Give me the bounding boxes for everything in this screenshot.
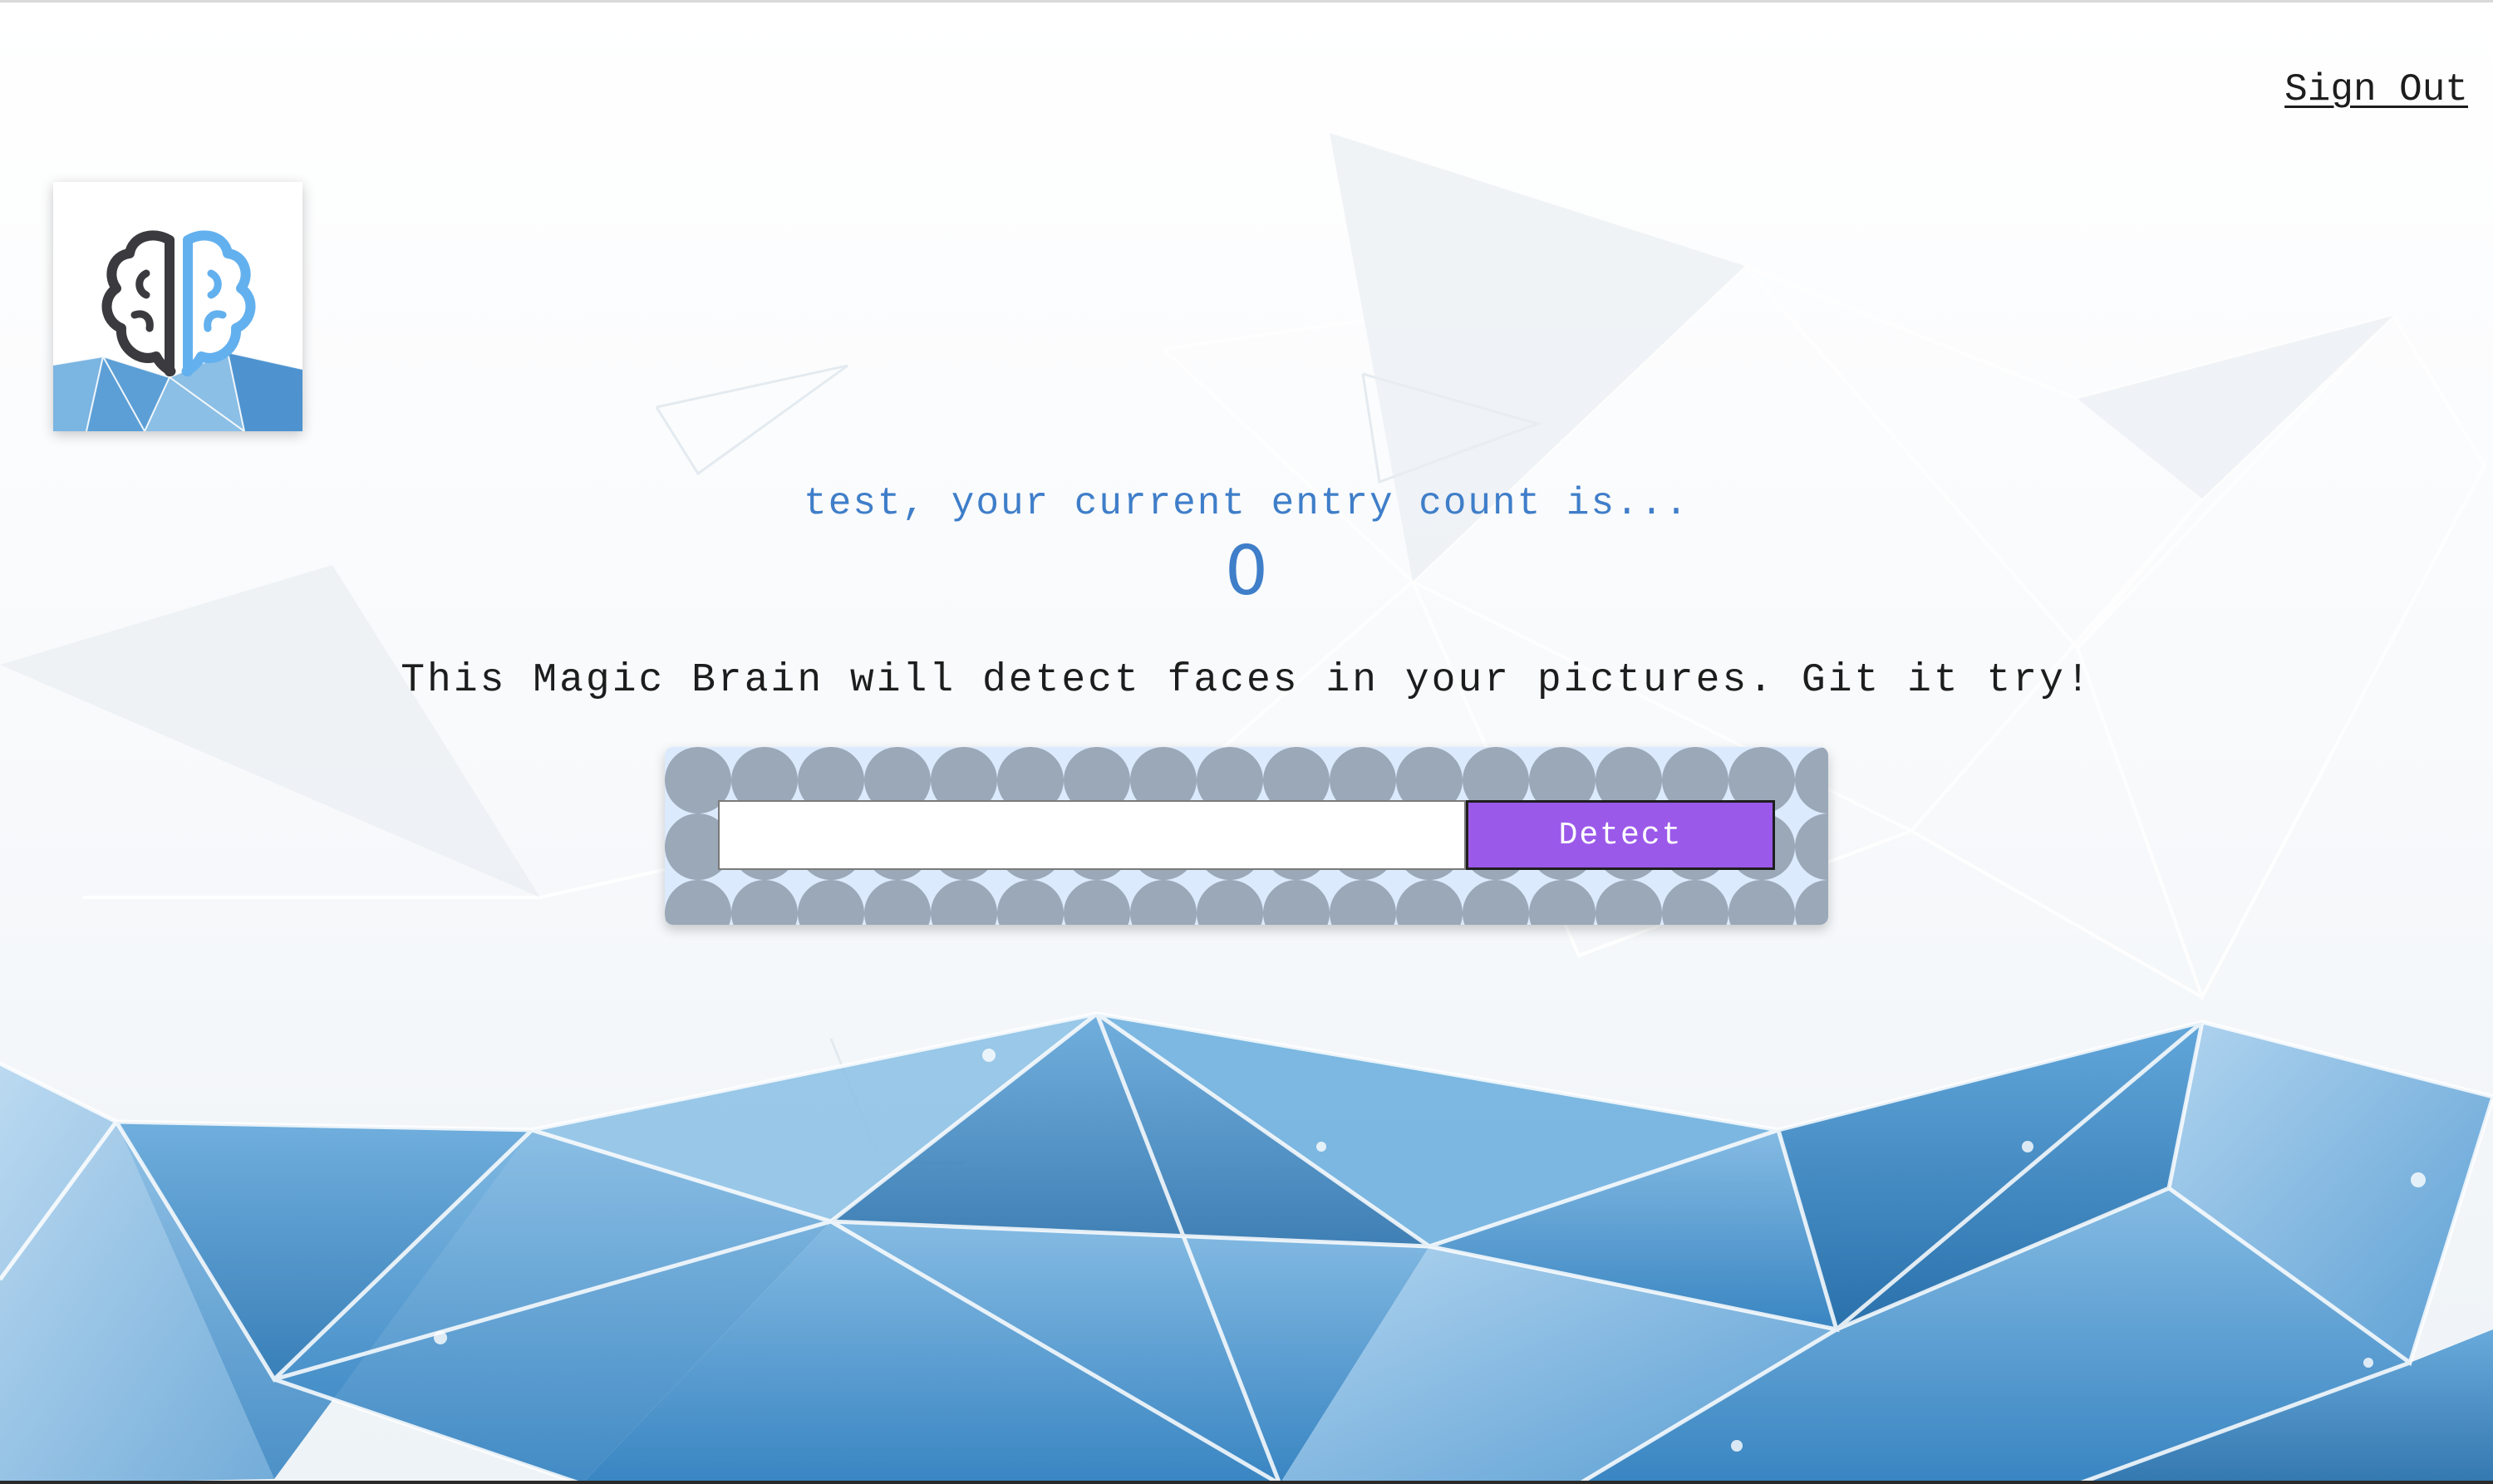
sign-out-link[interactable]: Sign Out (2284, 68, 2468, 111)
entry-count-value: 0 (1224, 532, 1269, 611)
image-url-input[interactable] (718, 800, 1466, 870)
image-link-form: Detect (665, 747, 1828, 925)
brain-icon (53, 230, 302, 431)
bottom-border (0, 1481, 2493, 1484)
top-border (0, 0, 2493, 2)
detect-button[interactable]: Detect (1466, 800, 1775, 870)
entry-count-message: test, your current entry count is... (804, 482, 1689, 525)
polygon-mesh-background (0, 0, 2493, 1484)
logo-card[interactable] (53, 182, 302, 431)
app-description: This Magic Brain will detect faces in yo… (401, 658, 2092, 703)
